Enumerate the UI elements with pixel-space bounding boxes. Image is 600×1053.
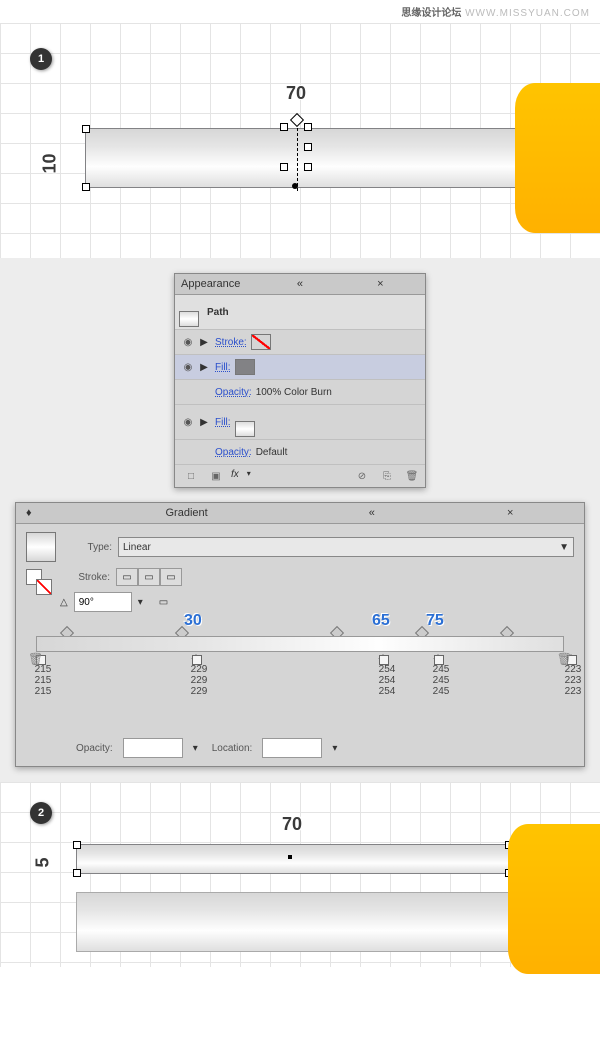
location-input[interactable]	[262, 738, 322, 758]
handle[interactable]	[73, 841, 81, 849]
yellow-cap-1	[515, 83, 600, 233]
dim-width-1: 70	[286, 83, 306, 104]
panel-titlebar[interactable]: ♦ Gradient « ×	[16, 503, 584, 524]
fill-swatch[interactable]	[235, 421, 255, 437]
opacity-label: Opacity:	[76, 743, 113, 754]
stroke-row[interactable]: ◉ ▶ Stroke:	[175, 330, 425, 355]
canvas-step-2[interactable]: 2 70 5	[0, 782, 600, 967]
opacity-value-1: 100% Color Burn	[256, 387, 332, 398]
fill-row-1[interactable]: ◉ ▶ Fill:	[175, 355, 425, 380]
rgb-values: 215215215	[18, 664, 68, 697]
panel-title: Appearance	[181, 278, 258, 290]
angle-icon: △	[60, 597, 68, 608]
opacity-row-2[interactable]: Opacity: Default	[175, 440, 425, 465]
expand-icon[interactable]: ▶	[197, 362, 211, 373]
tube-2-bottom[interactable]	[76, 892, 510, 952]
fill-label[interactable]: Fill:	[215, 362, 231, 373]
type-select[interactable]: Linear▼	[118, 537, 574, 557]
collapse-icon[interactable]: «	[304, 506, 440, 520]
gradient-slider[interactable]: 🗑 🗑 30 65 75 215215215 229229229 2542542…	[26, 618, 574, 688]
stroke-swatch[interactable]	[251, 334, 271, 350]
opacity-value-2: Default	[256, 447, 288, 458]
appearance-panel[interactable]: Appearance « × Path ◉ ▶ Stroke: ◉ ▶	[174, 273, 426, 488]
dim-width-2: 70	[282, 814, 302, 835]
fill-row-2[interactable]: ◉ ▶ Fill:	[175, 405, 425, 440]
collapse-icon[interactable]: «	[261, 277, 338, 291]
gradient-body: Type: Linear▼ Stroke: ▭ ▭ ▭	[16, 524, 584, 766]
fx-button[interactable]: fx	[231, 469, 239, 483]
type-label: Type:	[62, 542, 112, 553]
watermark-cn: 思缘设计论坛	[401, 8, 461, 19]
visibility-icon[interactable]: ◉	[179, 362, 197, 373]
opacity-label[interactable]: Opacity:	[215, 387, 252, 398]
object-swatch	[179, 311, 199, 327]
location-label: Location:	[212, 743, 253, 754]
aspect-icon: ▭	[159, 597, 168, 608]
close-icon[interactable]: ×	[443, 506, 579, 520]
rgb-values: 223223223	[548, 664, 598, 697]
dim-height-1: 10	[40, 153, 61, 173]
visibility-icon[interactable]: ◉	[179, 337, 197, 348]
panel-titlebar[interactable]: Appearance « ×	[175, 274, 425, 295]
stroke-opt-2[interactable]: ▭	[138, 568, 160, 586]
expand-icon[interactable]: ▶	[197, 337, 211, 348]
tube-2-top[interactable]	[76, 844, 510, 874]
appearance-footer: □ ▣ fx▾ ⊘ ⎘ 🗑	[175, 465, 425, 487]
angle-stepper[interactable]: ▾	[138, 597, 143, 608]
duplicate-icon[interactable]: ⎘	[380, 469, 394, 483]
stop-pos: 30	[184, 612, 202, 630]
canvas-step-1[interactable]: 1 70 10	[0, 23, 600, 258]
step-badge-1: 1	[30, 48, 52, 70]
handle[interactable]	[82, 183, 90, 191]
new-art-icon[interactable]: □	[184, 469, 198, 483]
handle[interactable]	[73, 869, 81, 877]
appearance-wrapper: R:128 G:130 B:133 Appearance « × Path ◉ …	[15, 273, 585, 488]
expand-icon[interactable]: ▶	[197, 417, 211, 428]
clear-icon[interactable]: ⊘	[355, 469, 369, 483]
rgb-values: 229229229	[174, 664, 224, 697]
rgb-values: 245245245	[416, 664, 466, 697]
close-icon[interactable]: ×	[342, 277, 419, 291]
handle[interactable]	[82, 125, 90, 133]
gradient-preview[interactable]	[26, 532, 56, 562]
object-row[interactable]: Path	[175, 295, 425, 330]
stroke-label[interactable]: Stroke:	[215, 337, 247, 348]
yellow-cap-2	[508, 824, 600, 974]
opacity-row-1[interactable]: Opacity: 100% Color Burn	[175, 380, 425, 405]
rgb-values: 254254254	[362, 664, 412, 697]
stop-fields: Opacity: ▾ Location: ▾	[26, 738, 574, 758]
stop-pos: 65	[372, 612, 390, 630]
stroke-label: Stroke:	[60, 572, 110, 583]
layers-icon[interactable]: ▣	[209, 469, 223, 483]
color-stop[interactable]	[191, 649, 201, 661]
gradient-track[interactable]	[36, 636, 564, 652]
path-segment[interactable]	[284, 123, 310, 191]
gradient-panel[interactable]: ♦ Gradient « × Type: Linear▼ Stroke:	[15, 502, 585, 767]
angle-input[interactable]	[74, 592, 132, 612]
fill-label[interactable]: Fill:	[215, 417, 231, 428]
fill-swatch[interactable]	[235, 359, 255, 375]
panel-title: Gradient	[166, 507, 302, 519]
watermark: 思缘设计论坛 WWW.MISSYUAN.COM	[0, 0, 600, 23]
stroke-opt-1[interactable]: ▭	[116, 568, 138, 586]
color-stop[interactable]	[433, 649, 443, 661]
trash-icon[interactable]: 🗑	[405, 469, 419, 483]
stroke-mini[interactable]	[36, 579, 52, 595]
watermark-en: WWW.MISSYUAN.COM	[465, 8, 590, 19]
page: 思缘设计论坛 WWW.MISSYUAN.COM 1 70 10 R:128 G:…	[0, 0, 600, 967]
opacity-label[interactable]: Opacity:	[215, 447, 252, 458]
step-badge-2: 2	[30, 802, 52, 824]
opacity-input[interactable]	[123, 738, 183, 758]
color-stop[interactable]	[378, 649, 388, 661]
object-name: Path	[207, 307, 229, 318]
stop-pos: 75	[426, 612, 444, 630]
stroke-opt-3[interactable]: ▭	[160, 568, 182, 586]
visibility-icon[interactable]: ◉	[179, 417, 197, 428]
stroke-align-group[interactable]: ▭ ▭ ▭	[116, 568, 182, 586]
panels-area: R:128 G:130 B:133 Appearance « × Path ◉ …	[0, 258, 600, 782]
center-point[interactable]	[288, 855, 292, 859]
dim-height-2: 5	[33, 857, 54, 867]
